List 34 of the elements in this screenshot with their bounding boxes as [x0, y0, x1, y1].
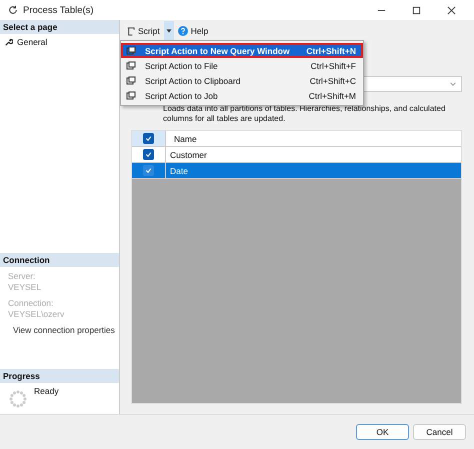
script-icon	[126, 26, 135, 36]
table-cell-text: Date	[169, 164, 188, 178]
dropdown-icon[interactable]	[164, 21, 174, 41]
table-cell-text: Customer	[169, 148, 207, 162]
help-icon	[178, 26, 188, 36]
column-header: Name	[173, 132, 197, 146]
chevron-down-icon	[449, 82, 457, 86]
section-header: Select a page	[0, 20, 119, 34]
window-title: Process Table(s)	[23, 4, 94, 16]
script-button[interactable]: Script	[124, 24, 162, 38]
checkbox[interactable]	[143, 149, 154, 160]
field-label: Connection:	[8, 298, 54, 309]
ok-button[interactable]: OK	[356, 424, 409, 440]
field-value: VEYSEL\ozerv	[8, 309, 66, 320]
wrench-icon	[5, 38, 13, 46]
spinner-icon	[8, 389, 28, 409]
connection-properties-link[interactable]: View connection properties	[13, 325, 115, 335]
close-icon[interactable]	[447, 6, 456, 14]
field-label: Server:	[8, 271, 36, 282]
section-header: Connection	[0, 253, 119, 267]
cancel-button[interactable]: Cancel	[413, 424, 466, 440]
field-value: VEYSEL	[8, 282, 42, 293]
checkbox[interactable]	[143, 165, 154, 176]
menu-item[interactable]: Script Action to New Query Window Ctrl+Shift+N	[121, 43, 363, 58]
help-button[interactable]: Help	[176, 24, 210, 38]
section-header: Progress	[0, 369, 119, 383]
status-text: Ready	[34, 386, 59, 398]
checkbox[interactable]	[143, 133, 154, 144]
menu-item[interactable]: Script Action to Clipboard Ctrl+Shift+C	[121, 73, 363, 88]
maximize-icon[interactable]	[412, 6, 421, 14]
menu-item[interactable]: Script Action to Job Ctrl+Shift+M	[121, 88, 363, 103]
menu-item[interactable]: Script Action to File Ctrl+Shift+F	[121, 58, 363, 73]
sidebar-item[interactable]: General	[0, 34, 52, 50]
refresh-icon	[8, 5, 18, 15]
